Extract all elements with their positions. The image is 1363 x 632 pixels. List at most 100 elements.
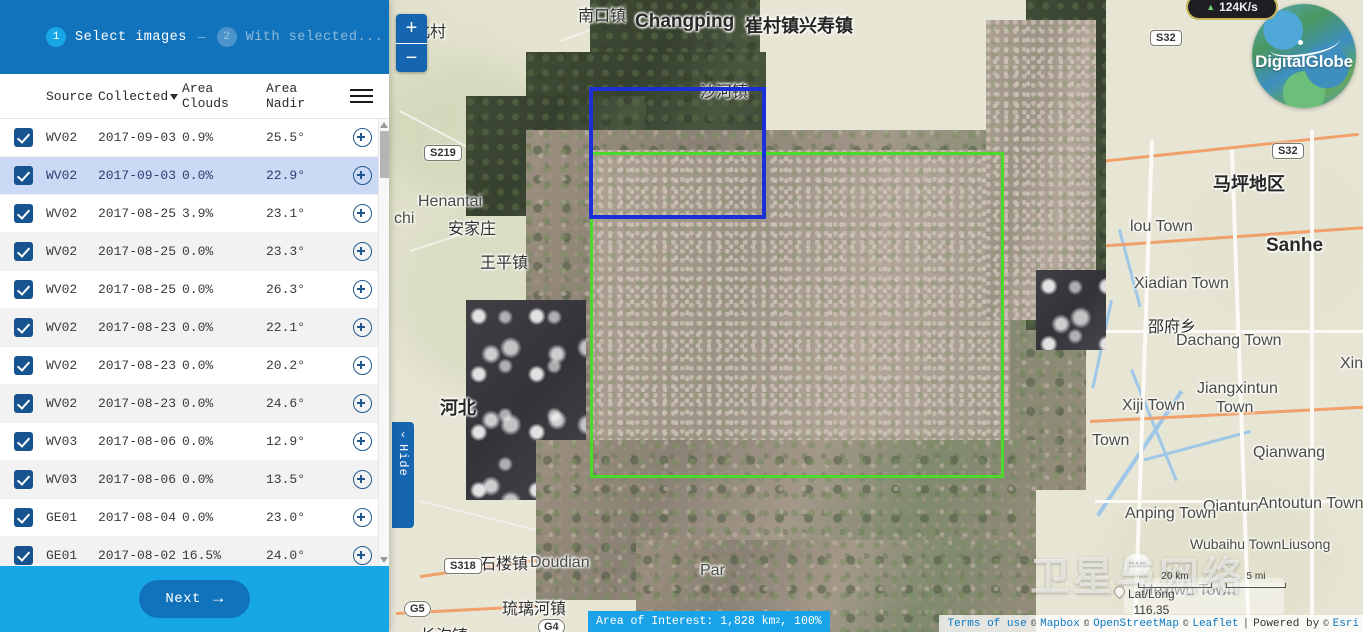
highway-shield: S219 xyxy=(424,145,462,161)
plus-circle-icon[interactable] xyxy=(352,204,372,223)
row-checkbox-cell[interactable] xyxy=(0,356,46,375)
checkbox-checked-icon[interactable] xyxy=(13,546,33,565)
image-footprint-rectangle[interactable] xyxy=(589,87,766,219)
scrollbar-thumb[interactable] xyxy=(380,131,389,178)
checkbox-checked-icon[interactable] xyxy=(13,318,33,337)
column-header-source[interactable]: Source xyxy=(46,89,98,104)
checkbox-checked-icon[interactable] xyxy=(13,432,33,451)
esri-link[interactable]: Esri xyxy=(1333,618,1359,630)
scroll-up-arrow-icon[interactable] xyxy=(380,122,388,128)
row-checkbox-cell[interactable] xyxy=(0,432,46,451)
add-to-cart-cell[interactable] xyxy=(342,356,378,375)
table-row[interactable]: WV03 2017-08-06 0.0% 13.5° xyxy=(0,461,378,499)
cell-area-clouds: 16.5% xyxy=(182,548,222,563)
checkbox-checked-icon[interactable] xyxy=(13,242,33,261)
plus-circle-icon[interactable] xyxy=(352,242,372,261)
add-to-cart-cell[interactable] xyxy=(342,470,378,489)
table-row[interactable]: WV02 2017-08-25 3.9% 23.1° xyxy=(0,195,378,233)
table-row[interactable]: WV02 2017-08-23 0.0% 22.1° xyxy=(0,309,378,347)
add-to-cart-cell[interactable] xyxy=(342,432,378,451)
table-row[interactable]: WV02 2017-09-03 0.0% 22.9° xyxy=(0,157,378,195)
checkbox-checked-icon[interactable] xyxy=(13,356,33,375)
cell-area-nadir: 22.1° xyxy=(266,320,306,335)
plus-circle-icon[interactable] xyxy=(352,432,372,451)
table-row[interactable]: WV02 2017-09-03 0.9% 25.5° xyxy=(0,119,378,157)
add-to-cart-cell[interactable] xyxy=(342,394,378,413)
add-to-cart-cell[interactable] xyxy=(342,128,378,147)
leaflet-link[interactable]: Leaflet xyxy=(1192,618,1238,630)
checkbox-checked-icon[interactable] xyxy=(13,204,33,223)
add-to-cart-cell[interactable] xyxy=(342,166,378,185)
row-checkbox-cell[interactable] xyxy=(0,470,46,489)
plus-circle-icon[interactable] xyxy=(352,318,372,337)
row-checkbox-cell[interactable] xyxy=(0,318,46,337)
scroll-down-arrow-icon[interactable] xyxy=(380,557,388,563)
step-select-images[interactable]: 1 Select images xyxy=(46,27,187,47)
add-to-cart-cell[interactable] xyxy=(342,280,378,299)
highway-shield: G4 xyxy=(538,619,565,632)
mapbox-link[interactable]: Mapbox xyxy=(1040,618,1080,630)
checkbox-checked-icon[interactable] xyxy=(13,470,33,489)
row-checkbox-cell[interactable] xyxy=(0,280,46,299)
cell-collected: 2017-08-25 xyxy=(98,282,177,297)
openstreetmap-link[interactable]: OpenStreetMap xyxy=(1093,618,1179,630)
column-header-area-clouds[interactable]: Area Clouds xyxy=(182,81,266,111)
cell-area-clouds: 0.0% xyxy=(182,168,214,183)
row-checkbox-cell[interactable] xyxy=(0,508,46,527)
table-row[interactable]: GE01 2017-08-02 16.5% 24.0° xyxy=(0,537,378,566)
next-button[interactable]: Next → xyxy=(139,580,250,618)
plus-circle-icon[interactable] xyxy=(352,166,372,185)
checkbox-checked-icon[interactable] xyxy=(13,280,33,299)
add-to-cart-cell[interactable] xyxy=(342,546,378,565)
row-checkbox-cell[interactable] xyxy=(0,546,46,565)
river xyxy=(1130,368,1178,482)
row-checkbox-cell[interactable] xyxy=(0,128,46,147)
add-to-cart-cell[interactable] xyxy=(342,508,378,527)
cell-source: WV02 xyxy=(46,206,78,221)
row-checkbox-cell[interactable] xyxy=(0,242,46,261)
satellite-tile-cloudy xyxy=(1036,270,1106,350)
cell-area-nadir: 23.0° xyxy=(266,510,306,525)
row-checkbox-cell[interactable] xyxy=(0,204,46,223)
add-to-cart-cell[interactable] xyxy=(342,204,378,223)
checkbox-checked-icon[interactable] xyxy=(13,394,33,413)
highway-shield: S32 xyxy=(1272,143,1304,159)
plus-circle-icon[interactable] xyxy=(352,356,372,375)
plus-circle-icon[interactable] xyxy=(352,546,372,565)
table-row[interactable]: WV02 2017-08-23 0.0% 20.2° xyxy=(0,347,378,385)
map-zoom-controls[interactable]: + − xyxy=(396,14,427,72)
plus-circle-icon[interactable] xyxy=(352,470,372,489)
table-row[interactable]: WV02 2017-08-25 0.0% 26.3° xyxy=(0,271,378,309)
powered-by-label: Powered by xyxy=(1253,617,1320,630)
map-attribution: Terms of use © Mapbox © OpenStreetMap © … xyxy=(939,615,1363,632)
cell-area-clouds: 0.0% xyxy=(182,396,214,411)
column-header-collected[interactable]: Collected xyxy=(98,89,182,104)
add-to-cart-cell[interactable] xyxy=(342,318,378,337)
column-header-area-nadir[interactable]: Area Nadir xyxy=(266,81,342,111)
table-row[interactable]: WV02 2017-08-23 0.0% 24.6° xyxy=(0,385,378,423)
cell-source: WV02 xyxy=(46,282,78,297)
plus-circle-icon[interactable] xyxy=(352,280,372,299)
checkbox-checked-icon[interactable] xyxy=(13,128,33,147)
hamburger-icon[interactable] xyxy=(342,88,380,104)
coordinate-readout: Lat/Long 116.35 xyxy=(1111,583,1175,618)
cell-source: WV02 xyxy=(46,396,78,411)
checkbox-checked-icon[interactable] xyxy=(13,166,33,185)
row-checkbox-cell[interactable] xyxy=(0,166,46,185)
terms-of-use-link[interactable]: Terms of use xyxy=(947,618,1026,630)
results-scrollbar[interactable] xyxy=(378,119,389,566)
plus-circle-icon[interactable] xyxy=(352,394,372,413)
scrollbar-track[interactable] xyxy=(379,131,389,554)
checkbox-checked-icon[interactable] xyxy=(13,508,33,527)
step-with-selected[interactable]: 2 With selected... xyxy=(216,27,384,47)
plus-circle-icon[interactable] xyxy=(352,128,372,147)
zoom-out-button[interactable]: − xyxy=(396,44,427,73)
row-checkbox-cell[interactable] xyxy=(0,394,46,413)
add-to-cart-cell[interactable] xyxy=(342,242,378,261)
table-row[interactable]: WV03 2017-08-06 0.0% 12.9° xyxy=(0,423,378,461)
zoom-in-button[interactable]: + xyxy=(396,14,427,44)
table-row[interactable]: WV02 2017-08-25 0.0% 23.3° xyxy=(0,233,378,271)
hide-panel-tab[interactable]: ‹ Hide xyxy=(392,422,414,528)
table-row[interactable]: GE01 2017-08-04 0.0% 23.0° xyxy=(0,499,378,537)
plus-circle-icon[interactable] xyxy=(352,508,372,527)
